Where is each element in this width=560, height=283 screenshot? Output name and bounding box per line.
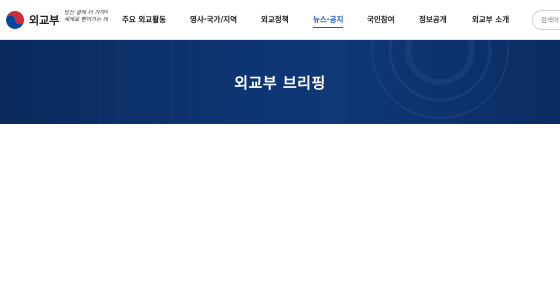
- nav-item-news-notices[interactable]: 뉴스·공지: [313, 14, 344, 28]
- nav-item-diplomatic-activities[interactable]: 주요 외교활동: [122, 14, 166, 25]
- site-header: 외교부 당신 곁에 더 가까이 세계로 뻗어가는 대한민국 주요 외교활동 영사…: [0, 0, 560, 40]
- ministry-name: 외교부: [29, 14, 60, 27]
- ministry-logo[interactable]: 외교부: [6, 11, 59, 29]
- slogan-line-1: 당신 곁에 더 가까이: [64, 10, 108, 16]
- nav-item-public-participation[interactable]: 국민참여: [367, 14, 395, 25]
- main-content: [0, 124, 560, 283]
- nav-item-information-disclosure[interactable]: 정보공개: [419, 14, 447, 25]
- nav-item-consular-regions[interactable]: 영사·국가/지역: [190, 14, 237, 25]
- page-title: 외교부 브리핑: [234, 74, 326, 92]
- nav-item-foreign-policy[interactable]: 외교정책: [261, 14, 289, 25]
- nav-item-about-ministry[interactable]: 외교부 소개: [472, 14, 509, 25]
- taegeuk-emblem-icon: [6, 11, 24, 29]
- page-banner: 외교부 브리핑: [0, 40, 560, 124]
- slogan-handwriting: 당신 곁에 더 가까이 세계로 뻗어가는 대한민국: [64, 10, 108, 32]
- search-input[interactable]: 검색어: [532, 10, 560, 30]
- slogan-line-2: 세계로 뻗어가는 대한민국: [64, 17, 108, 23]
